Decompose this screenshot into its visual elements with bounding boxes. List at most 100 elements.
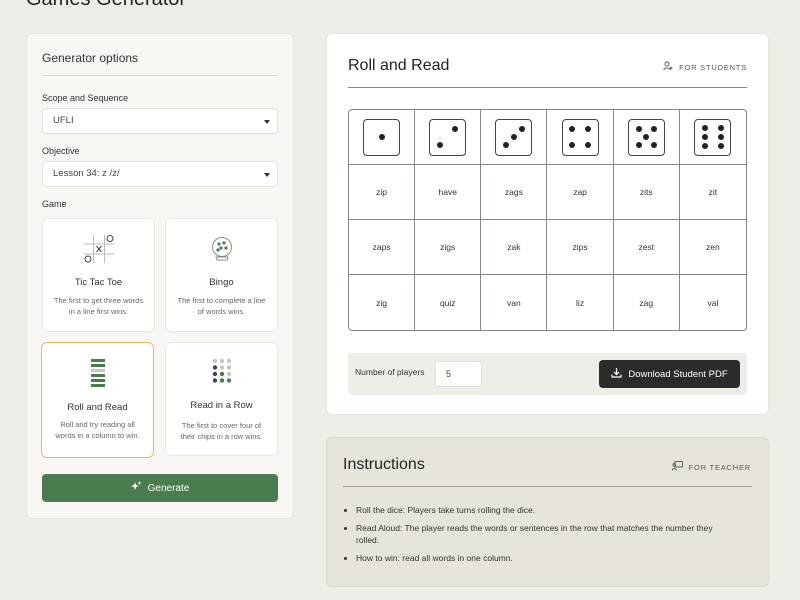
die-pip <box>569 141 576 148</box>
divider <box>343 486 752 487</box>
die-pip <box>702 125 709 132</box>
word-cell: van <box>481 275 548 330</box>
game-description: The first to get three words in a line f… <box>53 296 144 316</box>
tic-tac-toe-icon <box>43 233 154 265</box>
word-cell: zak <box>481 220 548 275</box>
generate-button[interactable]: Generate <box>42 474 278 502</box>
for-teacher-badge: FOR TEACHER <box>671 461 751 473</box>
word-cell: zig <box>349 275 416 330</box>
players-input[interactable]: 5 <box>435 361 482 387</box>
die-pip <box>503 141 510 148</box>
die-pip <box>717 134 724 140</box>
die-cell <box>415 110 482 165</box>
objective-select-value: Lesson 34: z /z/ <box>53 168 120 179</box>
word-cell: zaps <box>349 220 416 275</box>
divider <box>42 75 278 76</box>
instruction-item: How to win: read all words in one column… <box>356 552 726 564</box>
user-icon <box>663 61 673 73</box>
game-description: The first to complete a line of words wi… <box>177 296 266 316</box>
scope-select[interactable]: UFLI <box>42 108 278 134</box>
word-cell: liz <box>547 275 614 330</box>
die-face-6-icon <box>694 118 732 156</box>
die-pip <box>518 126 525 133</box>
download-student-pdf-button[interactable]: Download Student PDF <box>599 360 740 388</box>
game-card-roll-and-read[interactable]: Roll and Read Roll and try reading all w… <box>41 342 154 458</box>
panel-title: Generator options <box>42 51 139 65</box>
game-preview-panel: Roll and Read FOR STUDENTS zip have zags za… <box>326 33 769 415</box>
word-cell: have <box>415 165 482 220</box>
divider <box>348 87 747 88</box>
game-name: Roll and Read <box>67 402 128 413</box>
read-in-a-row-icon <box>166 358 277 384</box>
scope-label: Scope and Sequence <box>42 93 129 103</box>
instruction-item: Roll the dice: Players take turns rollin… <box>356 504 726 516</box>
die-pip <box>650 126 657 133</box>
die-face-3-icon <box>495 118 533 156</box>
sparkle-icon <box>130 481 142 495</box>
word-cell: zits <box>613 165 680 220</box>
word-cell: quiz <box>415 275 482 330</box>
word-cell: zap <box>547 165 614 220</box>
die-cell <box>613 110 680 165</box>
objective-select[interactable]: Lesson 34: z /z/ <box>42 161 278 187</box>
die-face-1-icon <box>363 118 401 156</box>
objective-label: Objective <box>42 146 80 156</box>
die-pip <box>717 142 724 149</box>
die-face-4-icon <box>561 118 599 156</box>
players-bar: Number of players 5 Download Student PDF <box>348 353 747 395</box>
bingo-cage-icon <box>166 236 277 264</box>
generate-label: Generate <box>147 482 190 494</box>
die-pip <box>717 125 724 132</box>
die-cell <box>547 110 614 165</box>
die-pip <box>635 126 642 133</box>
die-pip <box>452 126 459 133</box>
teacher-icon <box>671 461 683 473</box>
players-label: Number of players <box>355 367 425 377</box>
game-label: Game <box>42 199 67 209</box>
die-pip <box>584 141 591 148</box>
instruction-item: Read Aloud: The player reads the words o… <box>356 522 726 546</box>
die-cell <box>481 110 548 165</box>
download-label: Download Student PDF <box>628 368 728 380</box>
badge-label: FOR TEACHER <box>688 462 751 472</box>
game-title: Roll and Read <box>348 57 450 74</box>
die-cell <box>679 110 746 165</box>
die-pip <box>650 141 657 148</box>
die-pip <box>635 141 642 148</box>
die-pip <box>569 126 576 133</box>
word-cell: zips <box>547 220 614 275</box>
game-description: Roll and try reading all words in a colu… <box>55 420 140 440</box>
game-card-read-in-a-row[interactable]: Read in a Row The first to cover four of… <box>165 342 278 456</box>
die-pip <box>378 134 385 140</box>
game-card-tic-tac-toe[interactable]: Tic Tac Toe The first to get three words… <box>42 218 155 332</box>
word-cell: val <box>707 297 719 308</box>
instructions-panel: Instructions FOR TEACHER Roll the dice: … <box>326 437 769 587</box>
roll-and-read-grid: zip have zags zap zits zit zaps zigs zak zips zest… <box>348 109 747 331</box>
word-cell: zip <box>349 165 416 220</box>
page-title: Games Generator <box>26 0 186 11</box>
word-cell: zen <box>679 220 746 275</box>
die-pip <box>437 141 444 148</box>
die-pip <box>702 142 709 149</box>
game-name: Read in a Row <box>190 400 253 411</box>
word-cell: zags <box>481 165 548 220</box>
for-students-badge: FOR STUDENTS <box>663 61 747 73</box>
game-name: Tic Tac Toe <box>74 277 123 288</box>
game-description: The first to cover four of their chips i… <box>180 421 263 441</box>
die-pip <box>510 134 517 140</box>
die-face-5-icon <box>627 118 665 156</box>
word-cell: zag <box>614 275 680 330</box>
chevron-down-icon <box>264 173 270 177</box>
game-card-bingo[interactable]: Bingo The first to complete a line of wo… <box>165 218 278 332</box>
download-icon <box>611 367 622 381</box>
die-face-2-icon <box>429 118 467 156</box>
die-cell <box>349 110 416 165</box>
scope-select-value: UFLI <box>53 115 74 126</box>
generator-options-panel: Generator options Scope and Sequence UFL… <box>26 33 294 519</box>
word-cell: zigs <box>415 220 482 275</box>
roll-and-read-icon <box>42 359 153 387</box>
die-pip <box>584 126 591 133</box>
die-pip <box>702 134 709 140</box>
instructions-list: Roll the dice: Players take turns rollin… <box>356 504 726 570</box>
instructions-title: Instructions <box>343 456 425 473</box>
